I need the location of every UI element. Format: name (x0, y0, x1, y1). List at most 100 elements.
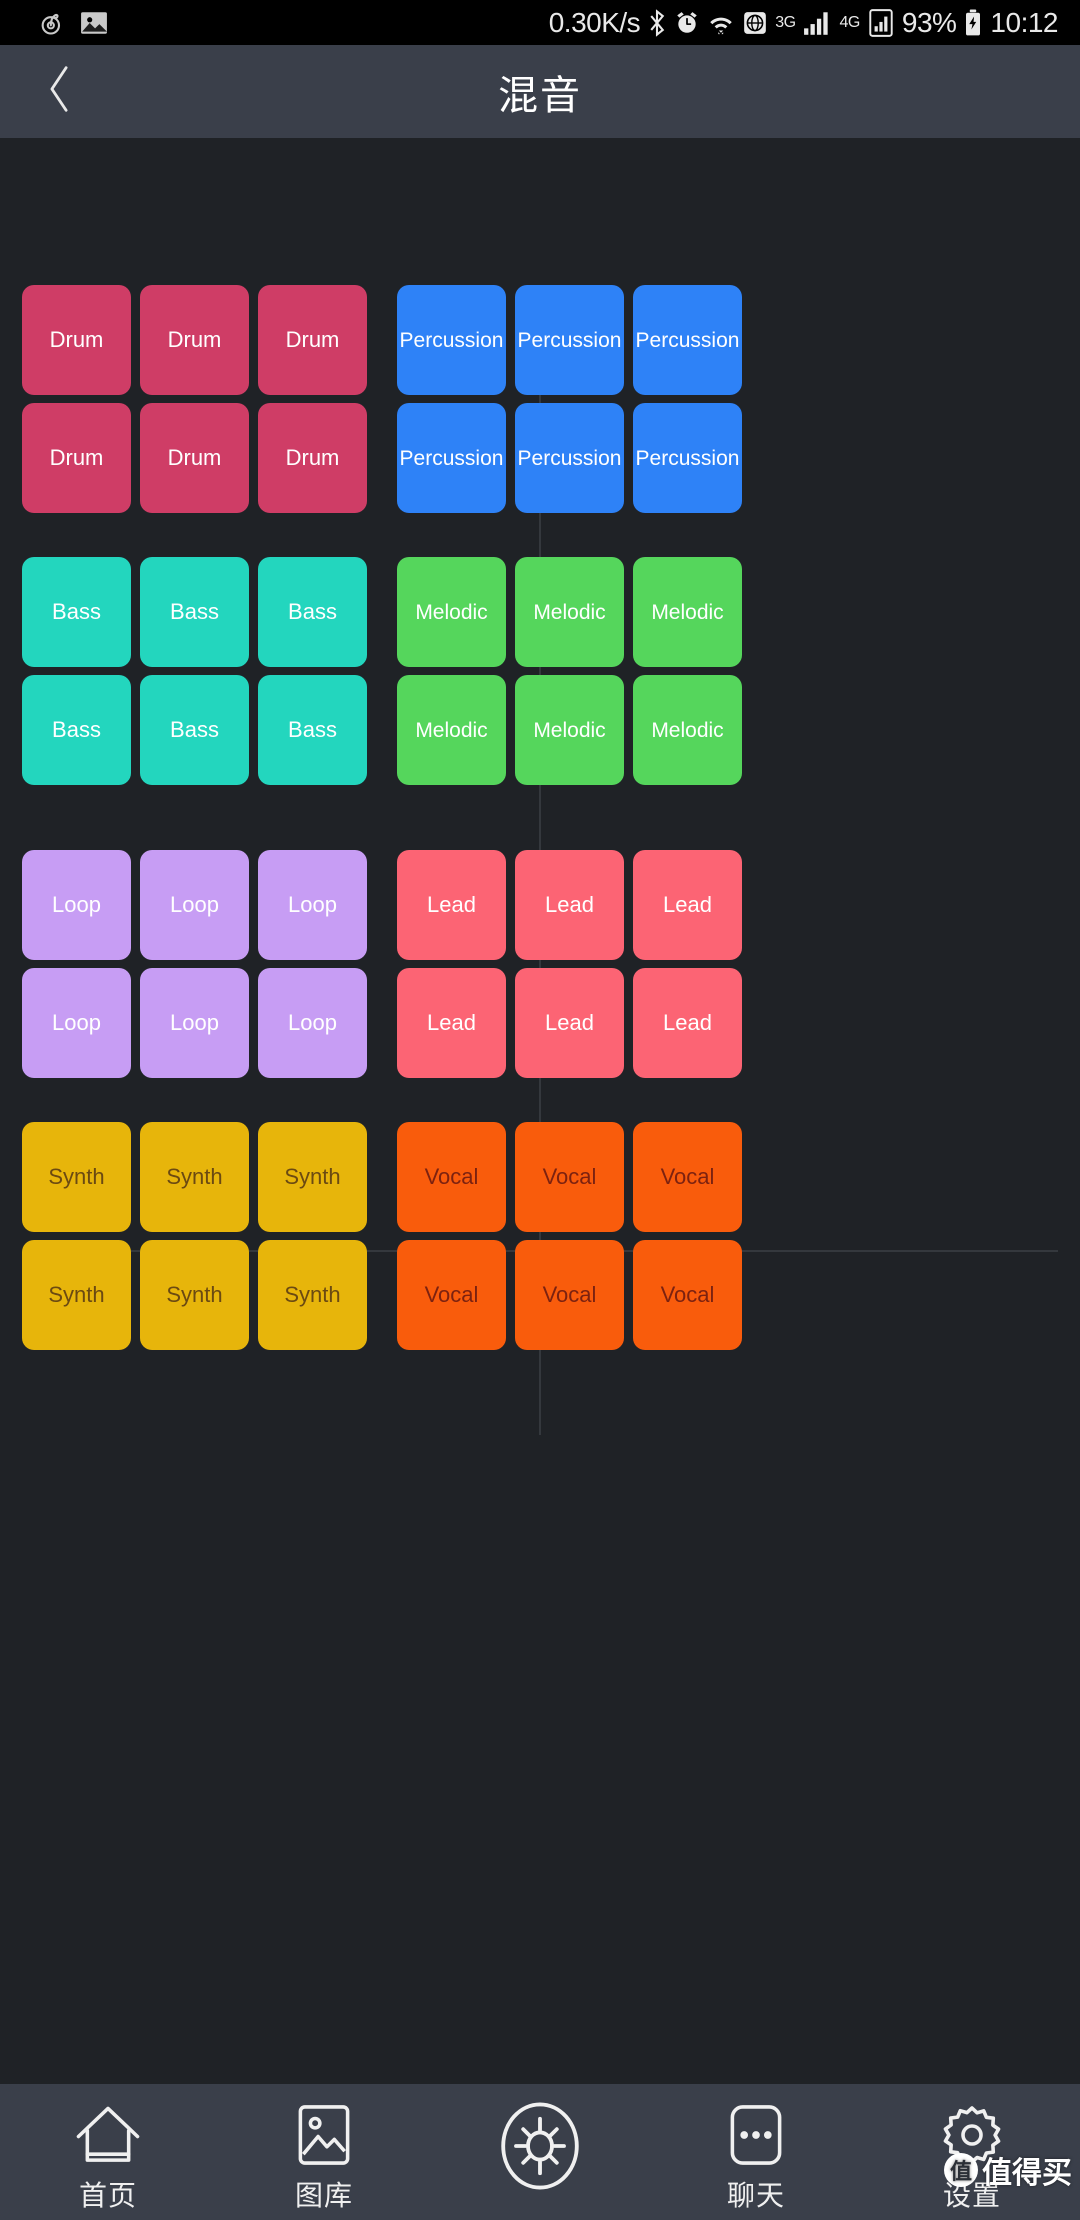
pad-synth[interactable]: Synth (22, 1240, 131, 1350)
pad-label: Melodic (651, 600, 724, 624)
pad-vocal[interactable]: Vocal (515, 1240, 624, 1350)
nav-item-settings[interactable]: 设置 值 值得买 (864, 2084, 1080, 2214)
nav-item-home[interactable]: 首页 (0, 2084, 216, 2214)
pad-percussion[interactable]: Percussion (633, 285, 742, 395)
pad-drum[interactable]: Drum (258, 403, 367, 513)
pad-vocal[interactable]: Vocal (515, 1122, 624, 1232)
nav-item-chat[interactable]: 聊天 (648, 2084, 864, 2214)
pad-loop[interactable]: Loop (140, 968, 249, 1078)
pad-group-loop: Loop Loop Loop Loop Loop Loop (22, 850, 367, 1078)
pad-label: Vocal (542, 1164, 597, 1189)
nav-item-gallery[interactable]: 图库 (216, 2084, 432, 2214)
pad-label: Synth (166, 1164, 223, 1189)
app-header: 混音 (0, 45, 1080, 138)
pad-synth[interactable]: Synth (140, 1240, 249, 1350)
pad-drum[interactable]: Drum (22, 403, 131, 513)
pad-label: Percussion (399, 446, 504, 470)
network-speed: 0.30K/s (548, 6, 641, 38)
mixer-board: Drum Drum Drum Drum Drum Drum Percussion Percus… (0, 138, 1080, 2084)
pad-label: Bass (52, 599, 101, 624)
pad-drum[interactable]: Drum (140, 285, 249, 395)
pad-label: Melodic (415, 718, 488, 742)
pad-label: Loop (52, 1010, 101, 1035)
pad-label: Drum (49, 327, 104, 352)
back-button[interactable] (24, 45, 94, 138)
pad-drum[interactable]: Drum (140, 403, 249, 513)
pad-melodic[interactable]: Melodic (633, 557, 742, 667)
pad-label: Vocal (424, 1282, 479, 1307)
pad-vocal[interactable]: Vocal (633, 1122, 742, 1232)
pad-melodic[interactable]: Melodic (515, 675, 624, 785)
pad-percussion[interactable]: Percussion (397, 285, 506, 395)
pad-synth[interactable]: Synth (22, 1122, 131, 1232)
pad-percussion[interactable]: Percussion (397, 403, 506, 513)
pad-drum[interactable]: Drum (258, 285, 367, 395)
nav-label-chat: 聊天 (726, 2180, 785, 2211)
pad-melodic[interactable]: Melodic (397, 557, 506, 667)
pad-label: Lead (545, 1010, 594, 1035)
pad-lead[interactable]: Lead (397, 968, 506, 1078)
pad-label: Drum (167, 327, 222, 352)
pad-vocal[interactable]: Vocal (397, 1122, 506, 1232)
pad-synth[interactable]: Synth (140, 1122, 249, 1232)
pad-loop[interactable]: Loop (22, 850, 131, 960)
chevron-left-icon (44, 63, 74, 120)
pad-bass[interactable]: Bass (140, 557, 249, 667)
pad-label: Percussion (635, 446, 740, 470)
pad-label: Bass (288, 599, 337, 624)
pad-label: Vocal (424, 1164, 479, 1189)
pad-bass[interactable]: Bass (22, 557, 131, 667)
nav-item-brightness[interactable] (432, 2084, 648, 2202)
pad-lead[interactable]: Lead (397, 850, 506, 960)
bottom-nav: 首页 图库 聊天 设置 值 值得买 (0, 2084, 1080, 2220)
pad-label: Loop (288, 892, 337, 917)
pad-percussion[interactable]: Percussion (633, 403, 742, 513)
battery-charging-icon (963, 9, 983, 37)
pad-label: Percussion (517, 328, 622, 352)
pad-vocal[interactable]: Vocal (633, 1240, 742, 1350)
status-bar-right: 0.30K/s 3G 4G 93% 10:12 (548, 0, 1059, 45)
nav-label-home: 首页 (78, 2180, 137, 2211)
pad-synth[interactable]: Synth (258, 1122, 367, 1232)
alarm-icon (674, 9, 700, 37)
signal-bars-2-icon (867, 8, 895, 38)
pad-bass[interactable]: Bass (140, 675, 249, 785)
pad-loop[interactable]: Loop (22, 968, 131, 1078)
pad-lead[interactable]: Lead (633, 968, 742, 1078)
pad-label: Vocal (542, 1282, 597, 1307)
home-icon (73, 2104, 143, 2166)
pad-label: Synth (48, 1282, 105, 1307)
pad-label: Loop (52, 892, 101, 917)
pad-lead[interactable]: Lead (633, 850, 742, 960)
pad-bass[interactable]: Bass (22, 675, 131, 785)
nav-label-settings: 设置 (942, 2180, 1001, 2211)
pad-bass[interactable]: Bass (258, 557, 367, 667)
pad-bass[interactable]: Bass (258, 675, 367, 785)
pad-label: Synth (166, 1282, 223, 1307)
netease-music-icon (38, 9, 66, 37)
pad-synth[interactable]: Synth (258, 1240, 367, 1350)
pad-percussion[interactable]: Percussion (515, 285, 624, 395)
pad-loop[interactable]: Loop (140, 850, 249, 960)
pad-label: Loop (170, 1010, 219, 1035)
pad-group-lead: Lead Lead Lead Lead Lead Lead (397, 850, 742, 1078)
pad-melodic[interactable]: Melodic (515, 557, 624, 667)
pad-percussion[interactable]: Percussion (515, 403, 624, 513)
pad-label: Vocal (660, 1282, 715, 1307)
gallery-icon (80, 10, 108, 36)
pad-lead[interactable]: Lead (515, 968, 624, 1078)
pad-label: Drum (49, 445, 104, 470)
pad-lead[interactable]: Lead (515, 850, 624, 960)
pad-melodic[interactable]: Melodic (397, 675, 506, 785)
pad-melodic[interactable]: Melodic (633, 675, 742, 785)
pad-label: Drum (285, 327, 340, 352)
pad-group-melodic: Melodic Melodic Melodic Melodic Melodic Melod… (397, 557, 742, 785)
pad-loop[interactable]: Loop (258, 968, 367, 1078)
pad-drum[interactable]: Drum (22, 285, 131, 395)
pad-vocal[interactable]: Vocal (397, 1240, 506, 1350)
pad-group-vocal: Vocal Vocal Vocal Vocal Vocal Vocal (397, 1122, 742, 1350)
pad-label: Bass (170, 717, 219, 742)
status-bar: 0.30K/s 3G 4G 93% 10:12 (0, 0, 1080, 45)
pad-label: Percussion (399, 328, 504, 352)
pad-loop[interactable]: Loop (258, 850, 367, 960)
